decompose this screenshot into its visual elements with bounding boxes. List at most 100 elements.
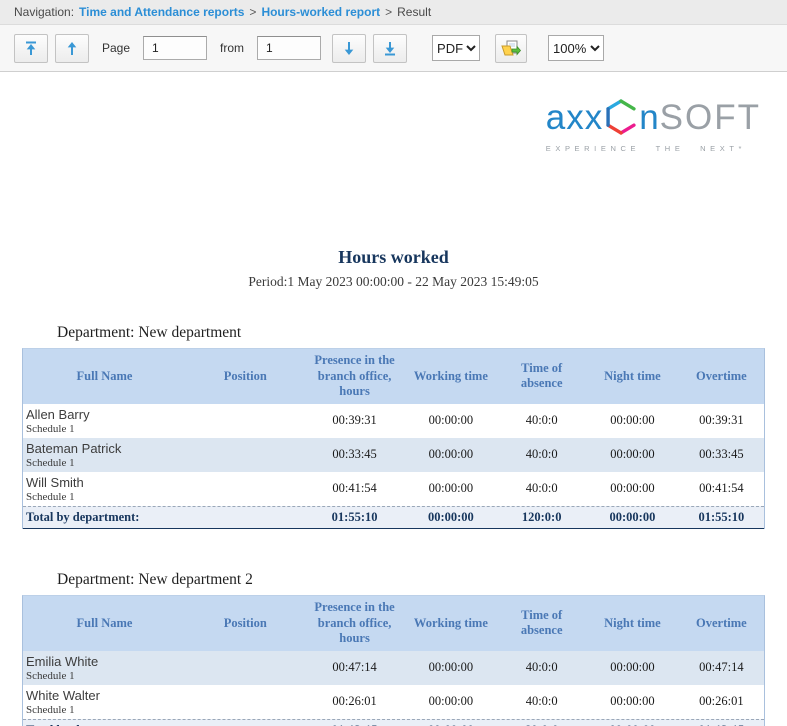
time-of-absence-cell: 40:0:0: [497, 447, 586, 462]
employee-name: Emilia White: [26, 654, 186, 669]
page-number-input[interactable]: [143, 36, 207, 60]
table-row: Allen Barry Schedule 1 00:39:31 00:00:00…: [23, 404, 764, 438]
column-header-overtime: Overtime: [679, 365, 764, 389]
employee-name: White Walter: [26, 688, 186, 703]
employee-name: Bateman Patrick: [26, 441, 186, 456]
overtime-cell: 00:33:45: [679, 447, 764, 462]
table-header-row: Full Name Position Presence in the branc…: [23, 349, 764, 404]
presence-cell: 00:47:14: [305, 660, 405, 675]
presence-cell: 00:39:31: [305, 413, 405, 428]
column-header-presence: Presence in the branch office, hours: [305, 349, 405, 404]
department-label: Department: New department 2: [57, 571, 787, 589]
total-presence: 01:55:10: [305, 510, 405, 525]
night-time-cell: 00:00:00: [586, 694, 679, 709]
table-row: Will Smith Schedule 1 00:41:54 00:00:00 …: [23, 472, 764, 506]
employee-cell: Allen Barry Schedule 1: [23, 405, 186, 437]
arrow-down-to-bar-icon: [383, 41, 397, 56]
night-time-cell: 00:00:00: [586, 413, 679, 428]
total-time-of-absence: 120:0:0: [497, 510, 586, 525]
breadcrumb-link-hours-worked[interactable]: Hours-worked report: [261, 5, 380, 19]
time-of-absence-cell: 40:0:0: [497, 694, 586, 709]
column-header-presence: Presence in the branch office, hours: [305, 596, 405, 651]
employee-cell: Will Smith Schedule 1: [23, 473, 186, 505]
column-header-time-of-absence: Time of absence: [497, 604, 586, 643]
overtime-cell: 00:41:54: [679, 481, 764, 496]
employee-schedule: Schedule 1: [26, 491, 186, 503]
arrow-up-icon: [65, 41, 79, 56]
employee-name: Will Smith: [26, 475, 186, 490]
column-header-working-time: Working time: [405, 612, 498, 636]
logo-text-soft: SOFT: [660, 100, 761, 135]
column-header-overtime: Overtime: [679, 612, 764, 636]
toolbar: Page from PDF: [0, 25, 787, 72]
breadcrumb-current: Result: [397, 5, 431, 19]
breadcrumb-separator: >: [385, 5, 392, 19]
presence-cell: 00:33:45: [305, 447, 405, 462]
first-page-button[interactable]: [14, 34, 48, 63]
night-time-cell: 00:00:00: [586, 660, 679, 675]
time-of-absence-cell: 40:0:0: [497, 660, 586, 675]
page-count-input[interactable]: [257, 36, 321, 60]
breadcrumb-separator: >: [249, 5, 256, 19]
table-row: Bateman Patrick Schedule 1 00:33:45 00:0…: [23, 438, 764, 472]
arrow-up-to-bar-icon: [24, 41, 38, 56]
arrow-down-icon: [342, 41, 356, 56]
employee-schedule: Schedule 1: [26, 670, 186, 682]
next-page-button[interactable]: [332, 34, 366, 63]
export-format-select[interactable]: PDF: [432, 35, 480, 61]
logo-text-n: n: [639, 100, 659, 135]
table-row: Emilia White Schedule 1 00:47:14 00:00:0…: [23, 651, 764, 685]
breadcrumb-link-time-attendance[interactable]: Time and Attendance reports: [79, 5, 244, 19]
report-title: Hours worked: [0, 247, 787, 268]
overtime-cell: 00:47:14: [679, 660, 764, 675]
working-time-cell: 00:00:00: [405, 481, 498, 496]
department-total-row: Total by department: 01:55:10 00:00:00 1…: [23, 506, 764, 529]
employee-cell: Emilia White Schedule 1: [23, 652, 186, 684]
export-button[interactable]: [495, 34, 527, 63]
last-page-button[interactable]: [373, 34, 407, 63]
logo-text-axx: axx: [546, 100, 603, 135]
from-label: from: [220, 41, 244, 55]
employee-schedule: Schedule 1: [26, 457, 186, 469]
employee-schedule: Schedule 1: [26, 423, 186, 435]
page-label: Page: [102, 41, 130, 55]
column-header-time-of-absence: Time of absence: [497, 357, 586, 396]
hexagon-logo-icon: [604, 98, 638, 136]
column-header-full-name: Full Name: [23, 365, 186, 389]
department-table-2: Full Name Position Presence in the branc…: [22, 595, 765, 726]
employee-name: Allen Barry: [26, 407, 186, 422]
working-time-cell: 00:00:00: [405, 413, 498, 428]
previous-page-button[interactable]: [55, 34, 89, 63]
employee-schedule: Schedule 1: [26, 704, 186, 716]
department-total-label: Total by department:: [23, 510, 305, 525]
presence-cell: 00:41:54: [305, 481, 405, 496]
time-of-absence-cell: 40:0:0: [497, 481, 586, 496]
report-period: Period:1 May 2023 00:00:00 - 22 May 2023…: [0, 274, 787, 290]
total-working-time: 00:00:00: [405, 510, 498, 525]
presence-cell: 00:26:01: [305, 694, 405, 709]
night-time-cell: 00:00:00: [586, 481, 679, 496]
department-label: Department: New department: [57, 324, 787, 342]
report-page: Navigation: Time and Attendance reports …: [0, 0, 787, 726]
export-document-icon: [501, 40, 521, 57]
breadcrumb: Navigation: Time and Attendance reports …: [0, 0, 787, 25]
axxonsoft-logo: axx n SOFT EXPERIENCE THE NEXT*: [546, 98, 761, 153]
working-time-cell: 00:00:00: [405, 447, 498, 462]
overtime-cell: 00:26:01: [679, 694, 764, 709]
column-header-working-time: Working time: [405, 365, 498, 389]
department-table-1: Full Name Position Presence in the branc…: [22, 348, 765, 529]
total-overtime: 01:55:10: [679, 510, 764, 525]
time-of-absence-cell: 40:0:0: [497, 413, 586, 428]
night-time-cell: 00:00:00: [586, 447, 679, 462]
breadcrumb-prefix: Navigation:: [14, 5, 74, 19]
total-night-time: 00:00:00: [586, 510, 679, 525]
column-header-night-time: Night time: [586, 365, 679, 389]
column-header-position: Position: [186, 365, 305, 389]
table-header-row: Full Name Position Presence in the branc…: [23, 596, 764, 651]
column-header-full-name: Full Name: [23, 612, 186, 636]
employee-cell: White Walter Schedule 1: [23, 686, 186, 718]
zoom-level-select[interactable]: 100%: [548, 35, 604, 61]
table-row: White Walter Schedule 1 00:26:01 00:00:0…: [23, 685, 764, 719]
department-total-row: Total by department: 01:13:15 00:00:00 8…: [23, 719, 764, 726]
working-time-cell: 00:00:00: [405, 660, 498, 675]
